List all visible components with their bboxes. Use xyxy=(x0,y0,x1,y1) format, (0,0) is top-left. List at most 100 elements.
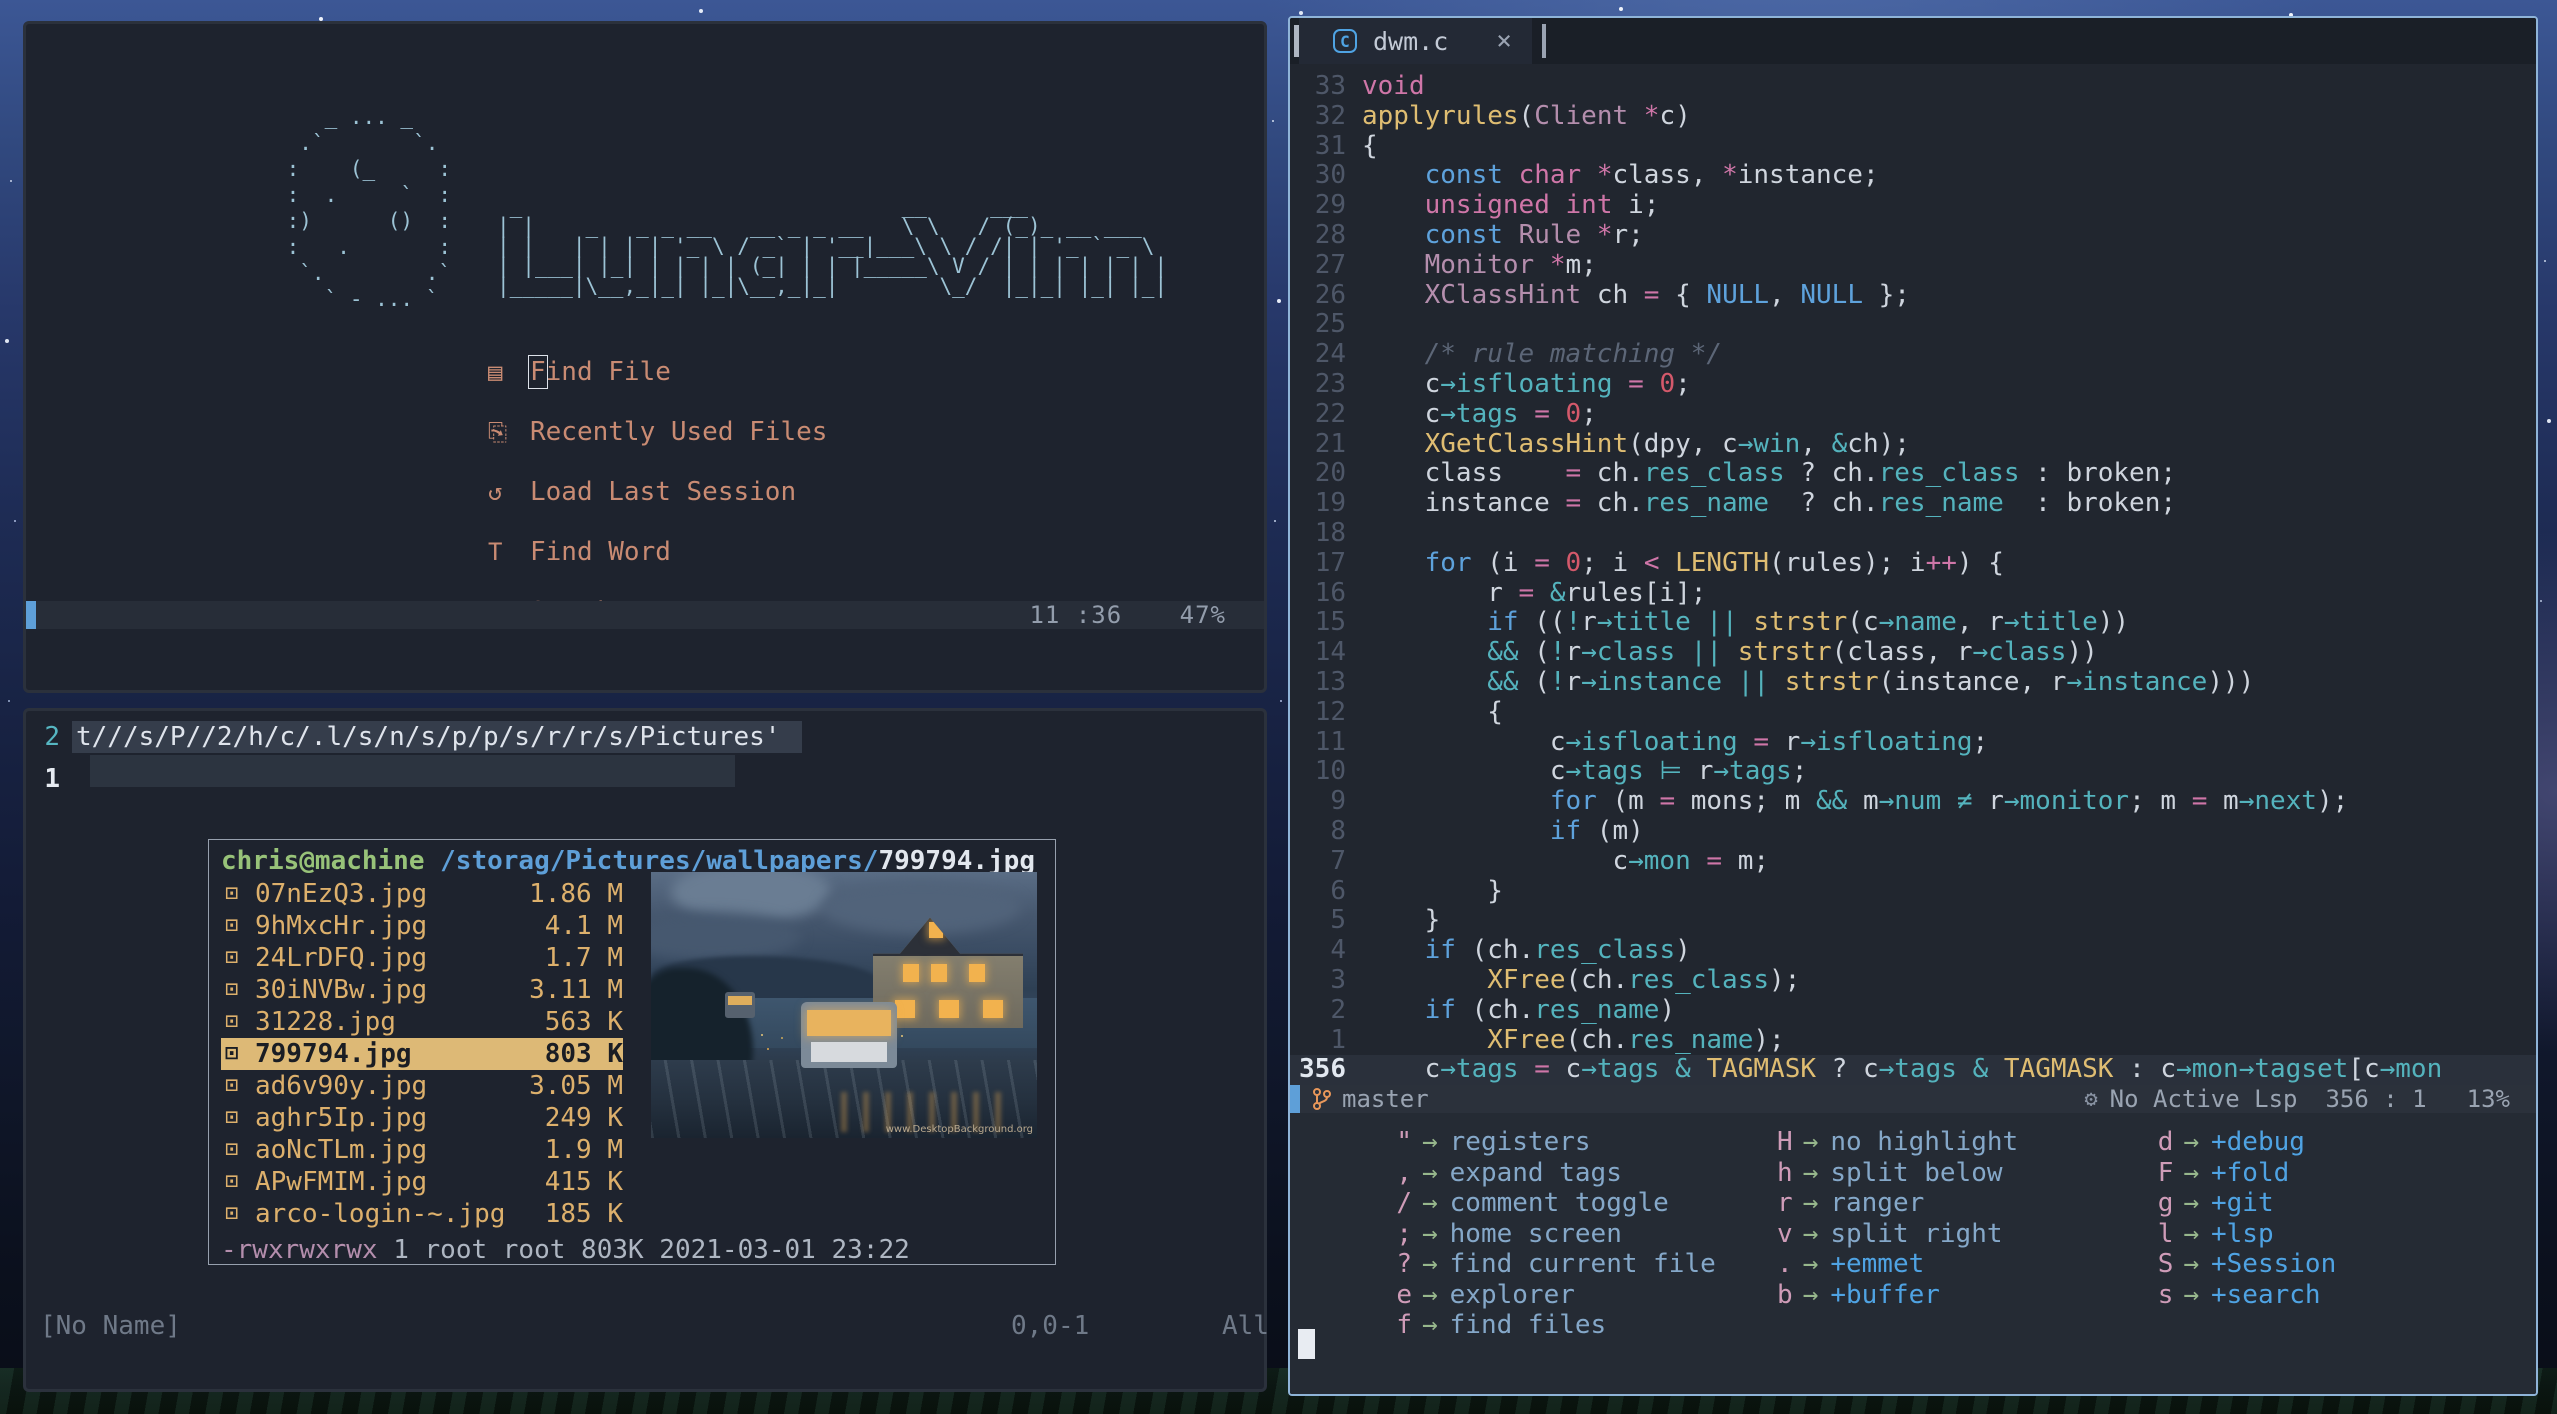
which-key-binding-explorer[interactable]: e → explorer xyxy=(1394,1280,1775,1311)
cloud-shape xyxy=(651,912,801,960)
code-line[interactable]: 2 if (ch.res_name) xyxy=(1290,995,2536,1026)
line-number: 12 xyxy=(1314,696,1346,727)
terminal-cursor xyxy=(1298,1329,1315,1360)
key-hint: / xyxy=(1396,1188,1412,1219)
line-number: 22 xyxy=(1314,398,1346,429)
which-key-binding-home-screen[interactable]: ; → home screen xyxy=(1394,1219,1775,1250)
file-row[interactable]: ⊡ 30iNVBw.jpg 3.11 M xyxy=(221,974,623,1006)
code-line[interactable]: 1 XFree(ch.res_name); xyxy=(1290,1025,2536,1056)
lunarvim-dashboard-window[interactable]: _ ... _ .` `. : (_ : : . ` : :) () : : .… xyxy=(23,21,1267,693)
line-text: c→tags = c→tags & TAGMASK ? c→tags & TAG… xyxy=(1362,1054,2443,1085)
which-key-binding-ranger[interactable]: r → ranger xyxy=(1775,1188,2156,1219)
code-line[interactable]: 3 XFree(ch.res_class); xyxy=(1290,965,2536,996)
code-line[interactable]: 32 applyrules(Client *c) xyxy=(1290,100,2536,132)
code-area[interactable]: 33 void 32 applyrules(Client *c) 31{30 const… xyxy=(1290,64,2536,1086)
which-key-binding--session[interactable]: S → +Session xyxy=(2155,1249,2536,1280)
code-line[interactable]: 25 xyxy=(1290,310,2536,340)
code-line[interactable]: 28 const Rule *r; xyxy=(1290,219,2536,251)
code-line[interactable]: 9 for (m = mons; m && m→num ≠ r→monitor;… xyxy=(1290,786,2536,817)
file-row[interactable]: ⊡ 24LrDFQ.jpg 1.7 M xyxy=(221,942,623,974)
code-line[interactable]: 26 XClassHint ch = { NULL, NULL }; xyxy=(1290,280,2536,311)
code-line[interactable]: 27 Monitor *m; xyxy=(1290,249,2536,281)
code-line[interactable]: 11 c→isfloating = r→isfloating; xyxy=(1290,727,2536,758)
arrow-icon: → xyxy=(2183,1127,2199,1158)
line-number: 31 xyxy=(1314,130,1346,161)
code-line[interactable]: 19 instance = ch.res_name ? ch.res_name … xyxy=(1290,488,2536,519)
which-key-binding--emmet[interactable]: . → +emmet xyxy=(1775,1249,2156,1280)
code-line[interactable]: 10 c→tags ⊨ r→tags; xyxy=(1290,756,2536,787)
file-row[interactable]: ⊡ 9hMxcHr.jpg 4.1 M xyxy=(221,910,623,942)
code-line[interactable]: 30 const char *class, *instance; xyxy=(1290,160,2536,191)
which-key-binding-registers[interactable]: " → registers xyxy=(1394,1127,1775,1158)
code-line[interactable]: 24 /* rule matching */ xyxy=(1290,339,2536,370)
code-line[interactable]: 13 && (!r→instance || strstr(instance, r… xyxy=(1290,667,2536,698)
key-hint: l xyxy=(2157,1218,2174,1249)
code-line[interactable]: 7 c→mon = m; xyxy=(1290,846,2536,877)
code-line[interactable]: 15 if ((!r→title || strstr(c→name, r→tit… xyxy=(1290,607,2536,638)
which-key-binding-comment-toggle[interactable]: / → comment toggle xyxy=(1394,1188,1775,1219)
code-line-current[interactable]: 356 c→tags = c→tags & TAGMASK ? c→tags &… xyxy=(1290,1054,2536,1086)
code-line[interactable]: 29 unsigned int i; xyxy=(1290,190,2536,221)
lf-file-manager-popup[interactable]: chris@machine /storag/Pictures/wallpaper… xyxy=(208,839,1056,1265)
code-line[interactable]: 14 && (!r→class || strstr(class, r→class… xyxy=(1290,637,2536,668)
file-row[interactable]: ⊡ 07nEzQ3.jpg 1.86 M xyxy=(221,878,623,910)
arrow-icon: → xyxy=(1422,1249,1438,1280)
which-key-binding-no-highlight[interactable]: H → no highlight xyxy=(1775,1127,2156,1158)
which-key-binding--search[interactable]: s → +search xyxy=(2155,1280,2536,1311)
close-tab-icon[interactable]: × xyxy=(1496,26,1512,56)
code-line[interactable]: 8 if (m) xyxy=(1290,816,2536,847)
code-line[interactable]: 23 c→isfloating = 0; xyxy=(1290,369,2536,400)
file-row-selected[interactable]: ⊡ 799794.jpg 803 K xyxy=(221,1038,623,1070)
key-hint: e xyxy=(1396,1279,1412,1310)
code-line[interactable]: 22 c→tags = 0; xyxy=(1290,398,2536,430)
code-line[interactable]: 16 r = &rules[i]; xyxy=(1290,578,2536,609)
code-line[interactable]: 12 { xyxy=(1290,696,2536,728)
code-line[interactable]: 18 xyxy=(1290,518,2536,549)
file-manager-window[interactable]: 2 t///s/P//2/h/c/.l/s/n/s/p/p/s/r/r/s/Pi… xyxy=(23,708,1269,1392)
neovim-editor-window[interactable]: C dwm.c × 33 void 32 applyrules(Client *c) 3… xyxy=(1288,16,2538,1396)
line-text: applyrules(Client *c) xyxy=(1362,100,1691,131)
line-number: 28 xyxy=(1314,219,1346,250)
cloud-shape xyxy=(821,880,1021,934)
file-row[interactable]: ⊡ arco-login-~.jpg 185 K xyxy=(221,1198,623,1230)
which-key-binding--lsp[interactable]: l → +lsp xyxy=(2155,1219,2536,1250)
which-key-binding-expand-tags[interactable]: , → expand tags xyxy=(1394,1158,1775,1189)
which-key-binding--git[interactable]: g → +git xyxy=(2155,1188,2536,1219)
image-file-icon: ⊡ xyxy=(225,913,239,938)
menu-item-label: Find File xyxy=(528,355,671,389)
binding-label: registers xyxy=(1449,1127,1591,1158)
line-number: 27 xyxy=(1314,249,1346,280)
menu-item-load-last-session[interactable]: ↺ Load Last Session xyxy=(488,462,827,522)
menu-item-find-word[interactable]: T Find Word xyxy=(488,522,827,582)
file-name: ad6v90y.jpg xyxy=(255,1071,428,1101)
menu-item-recently-used-files[interactable]: ⎘ Recently Used Files xyxy=(488,402,827,462)
which-key-binding-find-files[interactable]: f → find files xyxy=(1394,1310,1775,1341)
file-row[interactable]: ⊡ APwFMIM.jpg 415 K xyxy=(221,1166,623,1198)
code-line[interactable]: 17 for (i = 0; i < LENGTH(rules); i++) { xyxy=(1290,548,2536,579)
code-line[interactable]: 4 if (ch.res_class) xyxy=(1290,935,2536,966)
file-row[interactable]: ⊡ 31228.jpg 563 K xyxy=(221,1006,623,1038)
code-line[interactable]: 33 void xyxy=(1290,71,2536,102)
statusline-accent-bar xyxy=(26,601,36,629)
code-line[interactable]: 6 } xyxy=(1290,876,2536,907)
which-key-binding-split-right[interactable]: v → split right xyxy=(1775,1219,2156,1250)
which-key-binding--buffer[interactable]: b → +buffer xyxy=(1775,1280,2156,1311)
file-name: 30iNVBw.jpg xyxy=(255,975,428,1005)
which-key-binding--debug[interactable]: d → +debug xyxy=(2155,1127,2536,1158)
file-row[interactable]: ⊡ ad6v90y.jpg 3.05 M xyxy=(221,1070,623,1102)
line-text: && (!r→class || strstr(class, r→class)) xyxy=(1487,637,2098,668)
code-line[interactable]: 5 } xyxy=(1290,905,2536,936)
tab-dwm-c[interactable]: C dwm.c × xyxy=(1299,18,1532,64)
image-file-icon: ⊡ xyxy=(225,945,239,970)
code-line[interactable]: 31 { xyxy=(1290,130,2536,162)
menu-item-find-file[interactable]: ▤ Find File xyxy=(488,342,827,402)
which-key-binding--fold[interactable]: F → +fold xyxy=(2155,1158,2536,1189)
file-size: 1.7 M xyxy=(544,943,623,973)
file-row[interactable]: ⊡ aghr5Ip.jpg 249 K xyxy=(221,1102,623,1134)
code-line[interactable]: 20 class = ch.res_class ? ch.res_class :… xyxy=(1290,458,2536,489)
file-row[interactable]: ⊡ aoNcTLm.jpg 1.9 M xyxy=(221,1134,623,1166)
which-key-binding-find-current-file[interactable]: ? → find current file xyxy=(1394,1249,1775,1280)
which-key-binding-split-below[interactable]: h → split below xyxy=(1775,1158,2156,1189)
key-hint: ? xyxy=(1396,1249,1412,1280)
code-line[interactable]: 21 XGetClassHint(dpy, c→win, &ch); xyxy=(1290,429,2536,460)
